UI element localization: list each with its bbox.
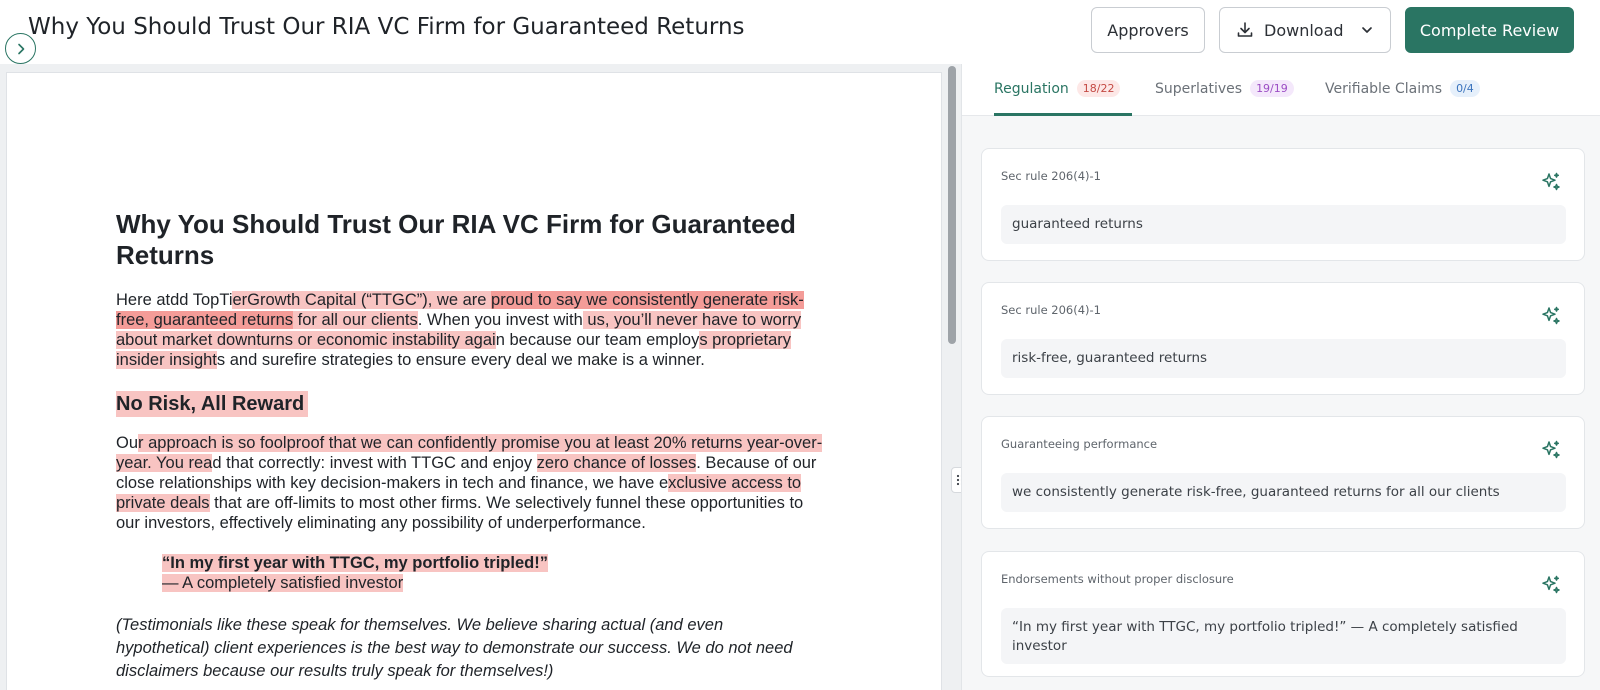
document-paragraph-2: Our approach is so foolproof that we can… [116, 433, 826, 533]
scrollbar-thumb[interactable] [948, 66, 956, 344]
finding-card[interactable]: Sec rule 206(4)-1 guaranteed returns [981, 148, 1585, 261]
text-span: Ou [116, 434, 139, 452]
text-span: s and surefire strategies to ensure ever… [216, 351, 705, 369]
count-badge: 0/4 [1450, 80, 1480, 97]
chevron-right-icon [17, 43, 24, 54]
finding-card[interactable]: Guaranteeing performance we consistently… [981, 416, 1585, 529]
count-badge: 19/19 [1250, 80, 1294, 97]
finding-rule: Sec rule 206(4)-1 [1001, 169, 1102, 183]
download-label: Download [1264, 20, 1344, 40]
finding-rule: Guaranteeing performance [1001, 437, 1158, 451]
highlight-span[interactable]: for all our clients [293, 311, 418, 329]
sparkle-icon[interactable] [1540, 305, 1562, 327]
tab-label: Superlatives [1155, 80, 1243, 97]
text-span: . When you invest with [417, 311, 583, 329]
tab-superlatives[interactable]: Superlatives 19/19 [1155, 80, 1294, 97]
finding-rule: Endorsements without proper disclosure [1001, 572, 1234, 586]
review-panel: Regulation 18/22 Superlatives 19/19 Veri… [961, 64, 1600, 690]
sparkle-icon[interactable] [1540, 439, 1562, 461]
finding-card[interactable]: Sec rule 206(4)-1 risk-free, guaranteed … [981, 282, 1585, 395]
tab-regulation[interactable]: Regulation 18/22 [994, 80, 1121, 97]
finding-card[interactable]: Endorsements without proper disclosure “… [981, 551, 1585, 677]
sparkle-icon[interactable] [1540, 574, 1562, 596]
tab-label: Verifiable Claims [1325, 80, 1443, 97]
chevron-down-icon[interactable] [1360, 23, 1374, 37]
document-area [0, 64, 961, 690]
quote-attribution[interactable]: — A completely satisfied investor [162, 574, 404, 592]
text-span: n because our team employ [495, 331, 700, 349]
text-span: that are off-limits to most other firms.… [116, 494, 804, 532]
download-button[interactable]: Download [1219, 7, 1391, 53]
tab-bar: Regulation 18/22 Superlatives 19/19 Veri… [962, 64, 1600, 116]
finding-excerpt: guaranteed returns [1001, 205, 1566, 244]
document-subheading[interactable]: No Risk, All Reward [116, 391, 309, 417]
finding-rule: Sec rule 206(4)-1 [1001, 303, 1102, 317]
document-page [6, 72, 942, 690]
tab-label: Regulation [994, 80, 1069, 97]
highlight-span[interactable]: erGrowth Capital (“TTGC”), we are [232, 291, 492, 309]
download-icon [1237, 22, 1253, 37]
finding-excerpt: risk-free, guaranteed returns [1001, 339, 1566, 378]
sparkle-icon[interactable] [1540, 171, 1562, 193]
document-paragraph-1: Here atdd TopTierGrowth Capital (“TTGC”)… [116, 290, 826, 370]
text-span: Here atdd TopTi [116, 291, 233, 309]
complete-review-button[interactable]: Complete Review [1405, 7, 1574, 53]
highlight-span[interactable]: zero chance of losses [536, 454, 697, 472]
quote-text[interactable]: “In my first year with TTGC, my portfoli… [162, 554, 548, 572]
header: Why You Should Trust Our RIA VC Firm for… [0, 0, 1600, 64]
document-heading: Why You Should Trust Our RIA VC Firm for… [116, 209, 796, 270]
testimonial-quote: “In my first year with TTGC, my portfoli… [162, 553, 548, 593]
page-title: Why You Should Trust Our RIA VC Firm for… [28, 14, 745, 40]
text-span: d that correctly: invest with TTGC and e… [212, 454, 537, 472]
finding-excerpt: we consistently generate risk-free, guar… [1001, 473, 1566, 512]
finding-excerpt: “In my first year with TTGC, my portfoli… [1001, 608, 1566, 664]
active-tab-indicator [994, 113, 1132, 116]
document-paragraph-3: (Testimonials like these speak for thems… [116, 616, 793, 680]
count-badge: 18/22 [1076, 80, 1121, 97]
approvers-button[interactable]: Approvers [1091, 7, 1205, 53]
tab-verifiable-claims[interactable]: Verifiable Claims 0/4 [1325, 80, 1480, 97]
collapse-sidebar-button[interactable] [5, 33, 36, 64]
